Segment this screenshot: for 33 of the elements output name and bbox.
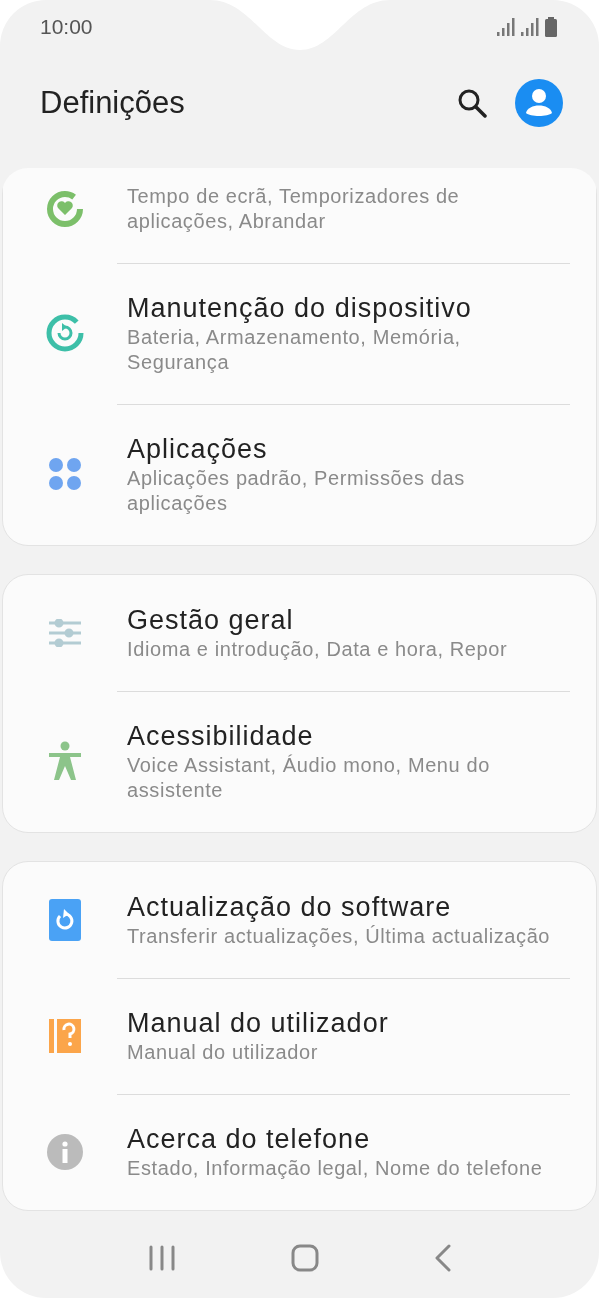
apps-grid-icon: [48, 457, 82, 491]
refresh-ring-icon: [44, 312, 86, 354]
status-time: 10:00: [40, 15, 93, 39]
setting-title[interactable]: Manual do utilizador: [127, 1006, 389, 1040]
setting-title[interactable]: Acessibilidade: [127, 719, 567, 753]
setting-title[interactable]: Actualização do software: [127, 890, 551, 924]
heart-ring-icon: [45, 189, 85, 229]
setting-title[interactable]: Manutenção do dispositivo: [127, 291, 567, 325]
update-icon: [49, 898, 81, 941]
setting-subtitle: Tempo de ecrã, Temporizadores de aplicações, Abrandar: [127, 184, 461, 234]
setting-subtitle: Voice Assistant, Áudio mono, Menu do assistente: [127, 753, 491, 803]
home-button[interactable]: [291, 1243, 320, 1272]
battery-icon: [545, 17, 557, 37]
back-button[interactable]: [435, 1243, 452, 1272]
setting-title[interactable]: Acerca do telefone: [127, 1122, 543, 1156]
setting-title[interactable]: Aplicações: [127, 432, 567, 466]
person-icon: [48, 741, 82, 781]
profile-button[interactable]: [515, 79, 563, 127]
setting-subtitle: Aplicações padrão, Permissões das aplicações: [127, 466, 466, 516]
setting-subtitle: Bateria, Armazenamento, Memória, Segurança: [127, 325, 462, 375]
setting-subtitle: Estado, Informação legal, Nome do telefone: [127, 1156, 543, 1181]
signal-icon: [521, 18, 539, 36]
page-title: Definições: [40, 85, 186, 121]
setting-title[interactable]: Gestão geral: [127, 603, 508, 637]
recent-apps-button[interactable]: [147, 1244, 176, 1271]
info-icon: [47, 1133, 83, 1170]
help-book-icon: [49, 1018, 81, 1053]
search-button[interactable]: [457, 88, 487, 118]
setting-subtitle: Transferir actualizações, Última actualização: [127, 924, 551, 949]
setting-subtitle: Manual do utilizador: [127, 1040, 319, 1065]
signal-icon: [497, 18, 515, 36]
setting-subtitle: Idioma e introdução, Data e hora, Repor: [127, 637, 508, 662]
sliders-icon: [48, 618, 82, 647]
